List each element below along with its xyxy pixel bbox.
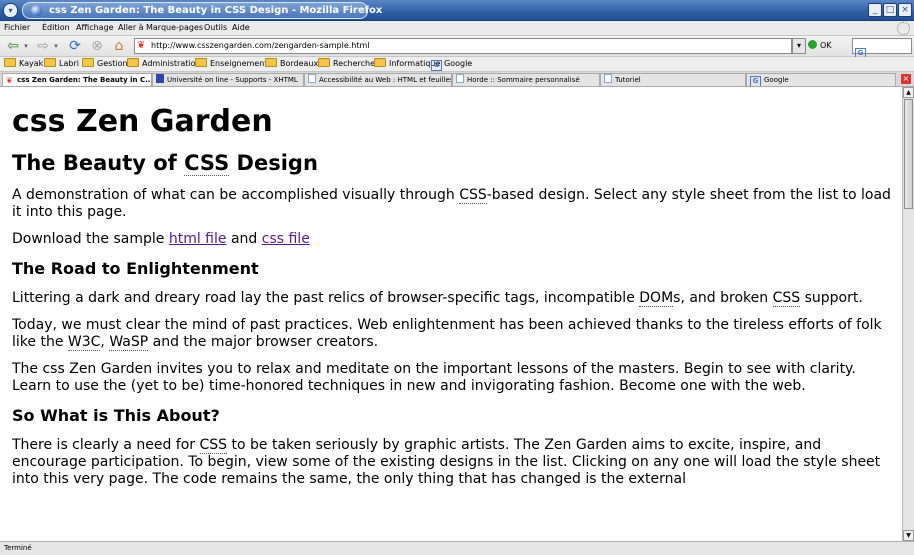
tab-accessibilite[interactable]: Accessibilité au Web : HTML et feuilles … — [304, 73, 452, 86]
bookmark-labri[interactable]: Labri — [44, 57, 79, 71]
maximize-button[interactable]: □ — [883, 3, 897, 17]
tab-bar: ❦ css Zen Garden: The Beauty in C... Univ… — [0, 72, 914, 87]
tab-horde[interactable]: Horde :: Sommaire personnalisé — [452, 73, 600, 86]
section-heading-enlightenment: The Road to Enlightenment — [12, 259, 259, 278]
abbr-wasp: WaSP — [109, 334, 149, 351]
scroll-down-arrow-icon[interactable]: ▼ — [903, 530, 914, 541]
page-icon — [604, 74, 612, 83]
universite-favicon-icon — [156, 74, 164, 83]
menu-aller-a[interactable]: Aller à — [118, 21, 144, 35]
bookmark-google[interactable]: G Google — [431, 57, 472, 71]
tab-css-zen-garden[interactable]: ❦ css Zen Garden: The Beauty in C... — [2, 73, 152, 86]
site-favicon-icon: ❦ — [6, 76, 13, 85]
abbr-w3c: W3C — [67, 334, 101, 351]
url-text[interactable]: http://www.csszengarden.com/zengarden-sa… — [151, 39, 370, 53]
url-bar[interactable]: ❦ http://www.csszengarden.com/zengarden-… — [134, 38, 792, 54]
intro-paragraph: A demonstration of what can be accomplis… — [12, 187, 891, 220]
menu-affichage[interactable]: Affichage — [76, 21, 114, 35]
page-title: css Zen Garden — [12, 104, 273, 139]
close-tab-icon[interactable]: × — [901, 74, 911, 84]
reload-icon[interactable]: ⟳ — [66, 37, 84, 55]
folder-icon — [195, 58, 207, 67]
menu-outils[interactable]: Outils — [204, 21, 227, 35]
site-favicon-icon: ❦ — [137, 40, 146, 51]
forward-dropdown-icon[interactable]: ▾ — [52, 37, 60, 55]
google-icon: G — [750, 76, 761, 86]
folder-icon — [265, 58, 277, 67]
back-arrow-icon[interactable]: ⇦ — [4, 37, 22, 55]
tab-universite[interactable]: Université on line - Supports - XHTML — [152, 73, 304, 86]
go-icon — [808, 40, 817, 49]
navigation-toolbar: ⇦ ▾ ⇨ ▾ ⟳ ⊗ ⌂ ❦ http://www.csszengarden.… — [0, 36, 914, 59]
vertical-scrollbar[interactable]: ▲ ▼ — [902, 87, 914, 541]
abbr-dom: DOM — [639, 290, 674, 307]
menu-marque-pages[interactable]: Marque-pages — [146, 21, 203, 35]
window-title-pill: css Zen Garden: The Beauty in CSS Design… — [22, 2, 382, 19]
html-file-link[interactable]: html file — [169, 231, 227, 247]
bookmark-administration[interactable]: Administration — [127, 57, 201, 71]
download-paragraph: Download the sample html file and css fi… — [12, 231, 310, 247]
page-content: css Zen Garden The Beauty of CSS Design … — [0, 87, 902, 541]
bookmark-recherche[interactable]: Recherche — [318, 57, 375, 71]
url-history-dropdown[interactable]: ▾ — [792, 38, 806, 54]
page-icon — [308, 74, 316, 83]
page-icon — [456, 74, 464, 83]
tab-tutoriel[interactable]: Tutoriel — [600, 73, 746, 86]
enlightenment-paragraph-2: Today, we must clear the mind of past pr… — [12, 317, 882, 351]
folder-icon — [127, 58, 139, 67]
home-icon[interactable]: ⌂ — [110, 37, 128, 55]
folder-icon — [374, 58, 386, 67]
scroll-up-arrow-icon[interactable]: ▲ — [903, 87, 914, 98]
bookmark-kayak[interactable]: Kayak — [4, 57, 43, 71]
folder-icon — [44, 58, 56, 67]
folder-icon — [4, 58, 16, 67]
menu-edition[interactable]: Édition — [42, 21, 70, 35]
menu-fichier[interactable]: Fichier — [4, 21, 30, 35]
scrollbar-thumb[interactable] — [904, 99, 913, 209]
enlightenment-paragraph-3: The css Zen Garden invites you to relax … — [12, 361, 856, 394]
bookmark-bordeaux[interactable]: Bordeaux — [265, 57, 318, 71]
bookmark-gestion[interactable]: Gestion — [82, 57, 128, 71]
stop-icon[interactable]: ⊗ — [88, 37, 106, 55]
google-icon: G — [431, 60, 442, 71]
css-file-link[interactable]: css file — [262, 231, 310, 247]
forward-arrow-icon[interactable]: ⇨ — [34, 37, 52, 55]
go-label: OK — [820, 41, 832, 50]
folder-icon — [82, 58, 94, 67]
folder-icon — [318, 58, 330, 67]
close-window-button[interactable]: × — [898, 3, 912, 17]
about-paragraph-1: There is clearly a need for CSS to be ta… — [12, 437, 881, 487]
bookmarks-toolbar: Kayak Labri Gestion Administration Ensei… — [0, 57, 914, 72]
firefox-icon — [31, 5, 42, 16]
window-menu-button[interactable]: ▾ — [3, 3, 18, 18]
search-input[interactable]: G — [852, 38, 912, 59]
abbr-css: CSS — [459, 187, 487, 204]
abbr-css: CSS — [772, 290, 801, 307]
tab-google[interactable]: G Google — [746, 73, 896, 86]
menu-aide[interactable]: Aide — [232, 21, 250, 35]
go-button[interactable]: OK — [808, 39, 848, 53]
menu-bar: Fichier Édition Affichage Aller à Marque… — [0, 21, 914, 36]
abbr-css: CSS — [184, 151, 230, 176]
abbr-css: CSS — [199, 437, 228, 454]
throbber-icon — [897, 22, 910, 35]
page-subtitle: The Beauty of CSS Design — [12, 151, 318, 176]
window-titlebar: ▾ css Zen Garden: The Beauty in CSS Desi… — [0, 0, 914, 21]
status-bar: Terminé — [0, 541, 914, 555]
back-dropdown-icon[interactable]: ▾ — [22, 37, 30, 55]
section-heading-about: So What is This About? — [12, 406, 220, 425]
status-text: Terminé — [4, 544, 32, 552]
window-title: css Zen Garden: The Beauty in CSS Design… — [49, 5, 383, 16]
bookmark-enseignements[interactable]: Enseignements — [195, 57, 272, 71]
enlightenment-paragraph-1: Littering a dark and dreary road lay the… — [12, 290, 863, 307]
minimize-button[interactable]: _ — [868, 3, 882, 17]
